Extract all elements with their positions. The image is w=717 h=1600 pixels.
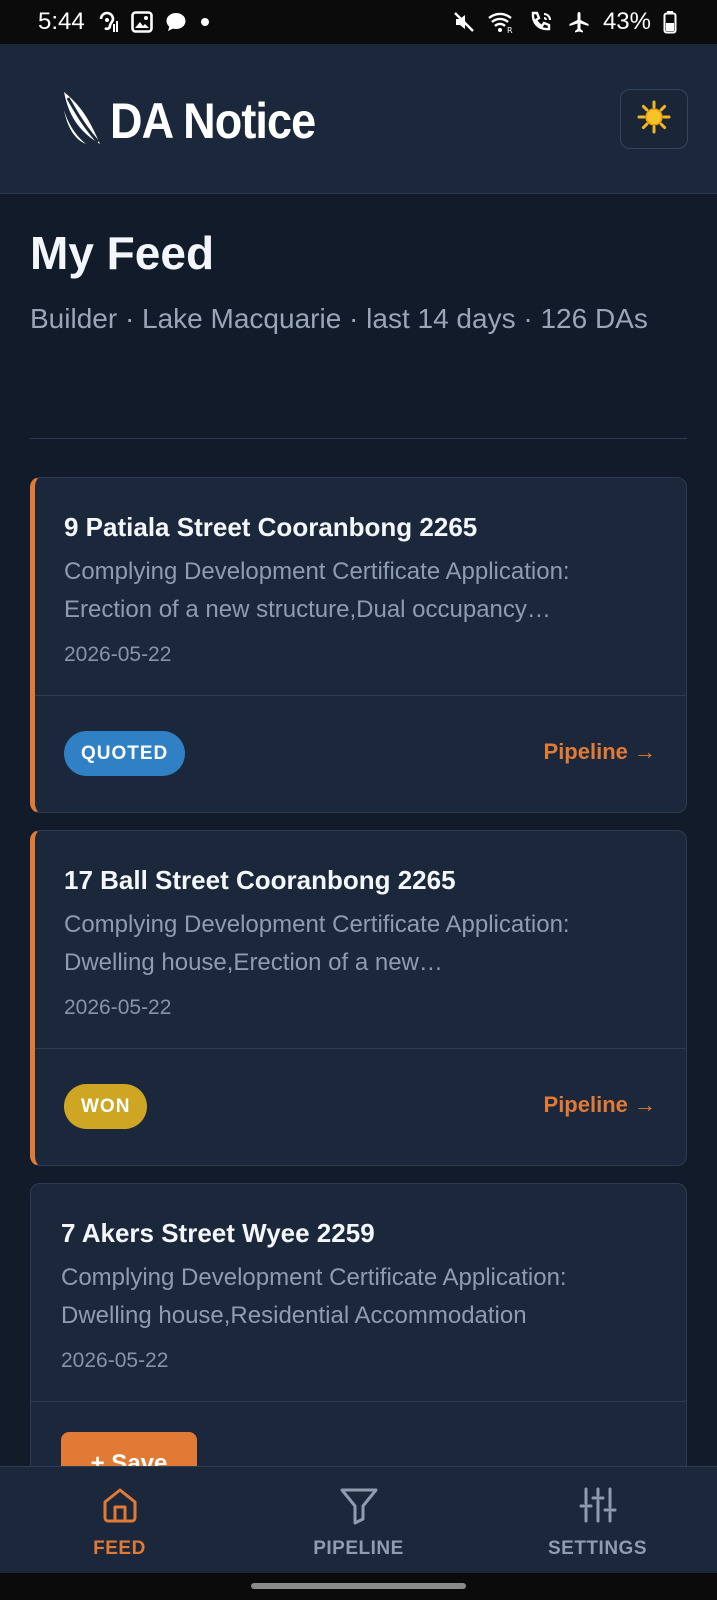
- feed-content[interactable]: My Feed Builder · Lake Macquarie · last …: [0, 194, 717, 1466]
- divider: [30, 438, 687, 439]
- status-time: 5:44: [38, 8, 85, 35]
- nav-label-feed: FEED: [93, 1538, 146, 1559]
- status-badge-quoted: QUOTED: [64, 731, 186, 776]
- da-description-line: Complying Development Certificate Applic…: [61, 1264, 567, 1291]
- home-icon: [100, 1485, 140, 1530]
- da-description-line: Dwelling house,Residential Accommodation: [61, 1302, 527, 1329]
- da-description-line: Complying Development Certificate Applic…: [64, 558, 570, 585]
- status-badge-won: WON: [64, 1084, 148, 1129]
- save-button[interactable]: + Save: [61, 1432, 197, 1466]
- feed-subtitle: Builder · Lake Macquarie · last 14 days …: [30, 303, 648, 334]
- da-address: 17 Ball Street Cooranbong 2265: [64, 865, 456, 895]
- da-description-line: Dwelling house,Erection of a new…: [64, 949, 443, 976]
- bottom-nav: FEED PIPELINE SETTINGS: [0, 1466, 717, 1573]
- dot-icon: [199, 16, 211, 28]
- da-description: Complying Development Certificate Applic…: [61, 1259, 636, 1335]
- page-title: My Feed: [30, 227, 215, 279]
- da-description-line: Complying Development Certificate Applic…: [64, 911, 570, 938]
- da-card[interactable]: 7 Akers Street Wyee 2259 Complying Devel…: [30, 1183, 687, 1466]
- status-bar-right: R 43%: [453, 8, 677, 36]
- pipeline-link[interactable]: Pipeline →: [544, 1092, 656, 1118]
- sun-icon: [637, 100, 671, 139]
- mute-icon: [453, 11, 475, 33]
- gesture-handle[interactable]: [251, 1583, 466, 1589]
- nav-item-feed[interactable]: FEED: [0, 1467, 239, 1573]
- nav-item-settings[interactable]: SETTINGS: [478, 1467, 717, 1573]
- da-description-line: Erection of a new structure,Dual occupan…: [64, 596, 551, 623]
- da-card-body[interactable]: 9 Patiala Street Cooranbong 2265 Complyi…: [35, 478, 686, 695]
- da-card[interactable]: 9 Patiala Street Cooranbong 2265 Complyi…: [30, 477, 687, 813]
- chat-bubble-icon: [165, 11, 187, 33]
- svg-text:R: R: [507, 26, 513, 34]
- da-card-body[interactable]: 17 Ball Street Cooranbong 2265 Complying…: [35, 831, 686, 1048]
- battery-icon: [663, 10, 677, 34]
- sliders-icon: [578, 1485, 618, 1530]
- theme-toggle-button[interactable]: [620, 89, 688, 149]
- app-title: DA Notice: [110, 92, 316, 149]
- da-address: 9 Patiala Street Cooranbong 2265: [64, 512, 478, 542]
- airplane-icon: [567, 10, 591, 34]
- da-card-footer: WON Pipeline →: [35, 1048, 686, 1165]
- leaf-icon: [62, 90, 104, 151]
- battery-percentage: 43%: [602, 8, 651, 35]
- da-card[interactable]: 17 Ball Street Cooranbong 2265 Complying…: [30, 830, 687, 1166]
- da-description: Complying Development Certificate Applic…: [64, 906, 639, 982]
- phone-wifi-icon: [529, 10, 555, 34]
- nav-item-pipeline[interactable]: PIPELINE: [239, 1467, 478, 1573]
- status-bar-left: 5:44: [38, 8, 211, 36]
- filter-icon: [339, 1485, 379, 1530]
- da-date: 2026-05-22: [64, 643, 172, 666]
- app-header: DA Notice: [0, 44, 717, 194]
- da-card-footer: QUOTED Pipeline →: [35, 695, 686, 812]
- da-card-footer: + Save: [31, 1401, 686, 1466]
- da-address: 7 Akers Street Wyee 2259: [61, 1218, 375, 1248]
- image-icon: [130, 11, 153, 33]
- da-date: 2026-05-22: [64, 996, 172, 1019]
- gesture-area: [0, 1573, 717, 1600]
- da-card-body[interactable]: 7 Akers Street Wyee 2259 Complying Devel…: [31, 1184, 686, 1401]
- app-logo[interactable]: DA Notice: [62, 90, 338, 151]
- status-bar: 5:44 R 43%: [0, 0, 717, 44]
- wifi-calling-icon: R: [487, 10, 517, 34]
- pipeline-link[interactable]: Pipeline →: [544, 739, 656, 765]
- nav-label-pipeline: PIPELINE: [313, 1538, 404, 1559]
- nav-label-settings: SETTINGS: [547, 1538, 647, 1559]
- da-date: 2026-05-22: [61, 1349, 169, 1372]
- da-description: Complying Development Certificate Applic…: [64, 553, 639, 629]
- hearing-icon: [97, 10, 119, 34]
